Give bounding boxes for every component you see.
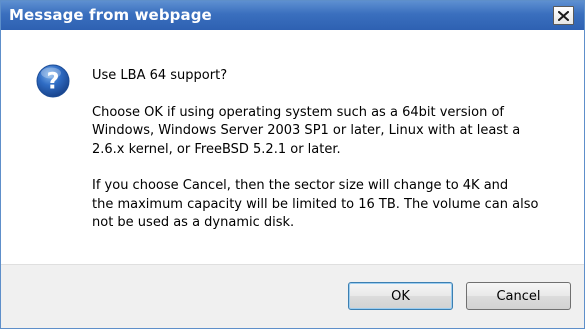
message-paragraph-cancel: If you choose Cancel, then the sector si… [92,178,539,230]
question-icon: ? [36,64,70,98]
message-question: Use LBA 64 support? [92,68,228,83]
cancel-button[interactable]: Cancel [466,282,571,310]
message-text: Use LBA 64 support? Choose OK if using o… [92,67,562,233]
svg-text:?: ? [47,70,60,95]
dialog-window: Message from webpage ? Use LBA 64 suppor… [0,0,585,329]
ok-button[interactable]: OK [348,282,453,310]
button-bar: OK Cancel [1,264,584,328]
window-title: Message from webpage [9,6,212,24]
title-bar[interactable]: Message from webpage [1,1,584,30]
dialog-content: ? Use LBA 64 support? Choose OK if using… [1,30,584,264]
close-icon [558,10,569,21]
message-paragraph-ok: Choose OK if using operating system such… [92,104,521,157]
close-button[interactable] [553,6,574,25]
